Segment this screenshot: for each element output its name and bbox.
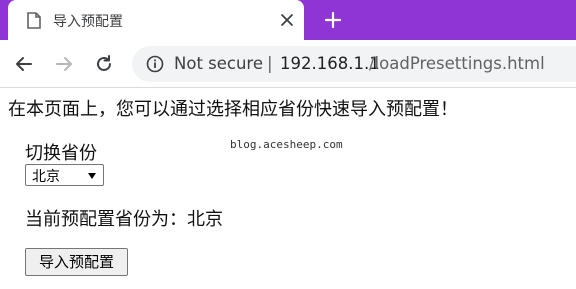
page-content: 在本页面上，您可以通过选择相应省份快速导入预配置！ 切换省份 blog.aces… xyxy=(0,89,576,289)
url-host: 192.168.1.1 xyxy=(280,54,380,73)
address-bar[interactable]: Not secure | 192.168.1.1 /loadPresetting… xyxy=(132,46,576,82)
active-tab[interactable]: 导入预配置 xyxy=(8,0,304,40)
back-arrow-icon[interactable] xyxy=(14,54,34,74)
tab-title: 导入预配置 xyxy=(53,14,123,30)
browser-toolbar: Not secure | 192.168.1.1 /loadPresetting… xyxy=(0,40,576,88)
dropdown-arrow-icon xyxy=(88,173,96,179)
current-province-label: 当前预配置省份为： xyxy=(25,209,187,230)
current-province-line: 当前预配置省份为：北京 xyxy=(25,205,223,231)
document-icon xyxy=(27,12,41,29)
url-path: /loadPresettings.html xyxy=(369,54,545,73)
current-province-value: 北京 xyxy=(187,209,223,230)
url-separator: | xyxy=(267,54,273,73)
province-select[interactable]: 北京 xyxy=(25,164,104,186)
province-select-value: 北京 xyxy=(32,169,60,185)
tab-strip: 导入预配置 xyxy=(0,0,576,40)
forward-arrow-icon[interactable] xyxy=(54,54,74,74)
close-tab-icon[interactable] xyxy=(280,13,294,27)
new-tab-icon[interactable] xyxy=(324,11,342,29)
intro-text: 在本页面上，您可以通过选择相应省份快速导入预配置！ xyxy=(8,99,458,120)
watermark-text: blog.acesheep.com xyxy=(230,138,343,151)
import-presettings-button[interactable]: 导入预配置 xyxy=(25,248,128,276)
info-icon[interactable] xyxy=(146,55,164,73)
reload-icon[interactable] xyxy=(94,54,114,74)
province-label: 切换省份 xyxy=(25,143,97,164)
security-status: Not secure xyxy=(174,54,264,73)
